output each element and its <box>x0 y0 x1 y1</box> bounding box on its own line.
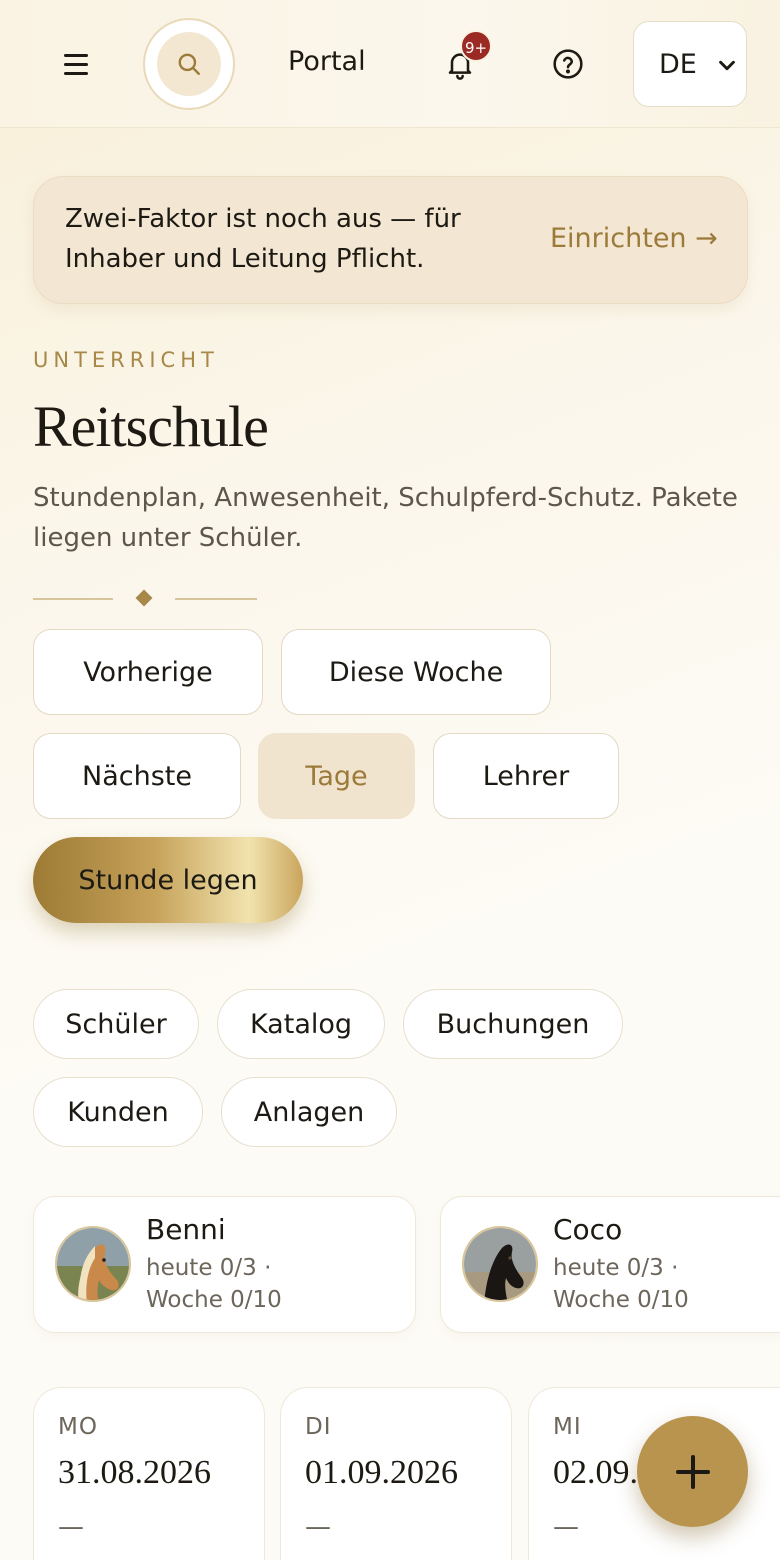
next-week-button[interactable]: Nächste <box>33 733 241 819</box>
day-empty: — <box>58 1512 84 1542</box>
add-lesson-button[interactable]: Stunde legen <box>33 837 303 923</box>
chip-catalog[interactable]: Katalog <box>217 989 385 1059</box>
horse-photo <box>57 1228 129 1300</box>
notification-count-badge: 9+ <box>460 30 492 62</box>
day-empty: — <box>305 1512 331 1542</box>
two-factor-banner: Zwei-Faktor ist noch aus — für Inhaber u… <box>33 176 748 304</box>
language-select[interactable]: DE <box>633 21 747 107</box>
top-bar: Portal 9+ DE <box>0 0 780 128</box>
portal-link[interactable]: Portal <box>288 44 366 80</box>
horse-photo <box>464 1228 536 1300</box>
page-title: Reitschule <box>33 394 269 459</box>
section-eyebrow: UNTERRICHT <box>33 348 219 372</box>
horse-name: Coco <box>553 1213 623 1246</box>
chevron-down-icon <box>719 60 735 71</box>
view-days-tab[interactable]: Tage <box>258 733 415 819</box>
horse-name: Benni <box>146 1213 226 1246</box>
day-name: MI <box>553 1414 582 1440</box>
horse-card[interactable]: Coco heute 0/3 · Woche 0/10 <box>440 1196 780 1333</box>
day-date: 31.08.2026 <box>58 1454 211 1491</box>
day-empty: — <box>553 1512 579 1542</box>
help-button[interactable] <box>544 40 592 88</box>
add-fab-button[interactable] <box>637 1416 748 1527</box>
this-week-button[interactable]: Diese Woche <box>281 629 551 715</box>
search-icon <box>178 53 200 75</box>
setup-two-factor-link[interactable]: Einrichten → <box>550 221 718 257</box>
horse-card[interactable]: Benni heute 0/3 · Woche 0/10 <box>33 1196 416 1333</box>
view-teacher-tab[interactable]: Lehrer <box>433 733 619 819</box>
day-name: MO <box>58 1414 98 1440</box>
chip-students[interactable]: Schüler <box>33 989 199 1059</box>
menu-button[interactable] <box>52 44 100 84</box>
diamond-icon <box>135 589 153 607</box>
plus-icon <box>675 1454 710 1489</box>
two-factor-banner-text: Zwei-Faktor ist noch aus — für Inhaber u… <box>65 204 461 274</box>
chip-bookings[interactable]: Buchungen <box>403 989 623 1059</box>
page-subtitle: Stundenplan, Anwesenheit, Schulpferd-Sch… <box>33 483 738 553</box>
ornament-divider <box>33 589 257 607</box>
horse-usage: heute 0/3 · Woche 0/10 <box>146 1255 282 1313</box>
horse-avatar <box>55 1226 131 1302</box>
chip-facilities[interactable]: Anlagen <box>221 1077 397 1147</box>
language-select-value: DE <box>659 48 697 80</box>
question-circle-icon <box>553 49 583 79</box>
hamburger-menu-icon <box>64 53 88 57</box>
horse-avatar <box>462 1226 538 1302</box>
horse-usage: heute 0/3 · Woche 0/10 <box>553 1255 689 1313</box>
chip-customers[interactable]: Kunden <box>33 1077 203 1147</box>
day-name: DI <box>305 1414 332 1440</box>
previous-week-button[interactable]: Vorherige <box>33 629 263 715</box>
day-date: 01.09.2026 <box>305 1454 458 1491</box>
search-button[interactable] <box>143 18 235 110</box>
day-card[interactable]: MO 31.08.2026 — <box>33 1387 265 1560</box>
day-card[interactable]: DI 01.09.2026 — <box>280 1387 512 1560</box>
